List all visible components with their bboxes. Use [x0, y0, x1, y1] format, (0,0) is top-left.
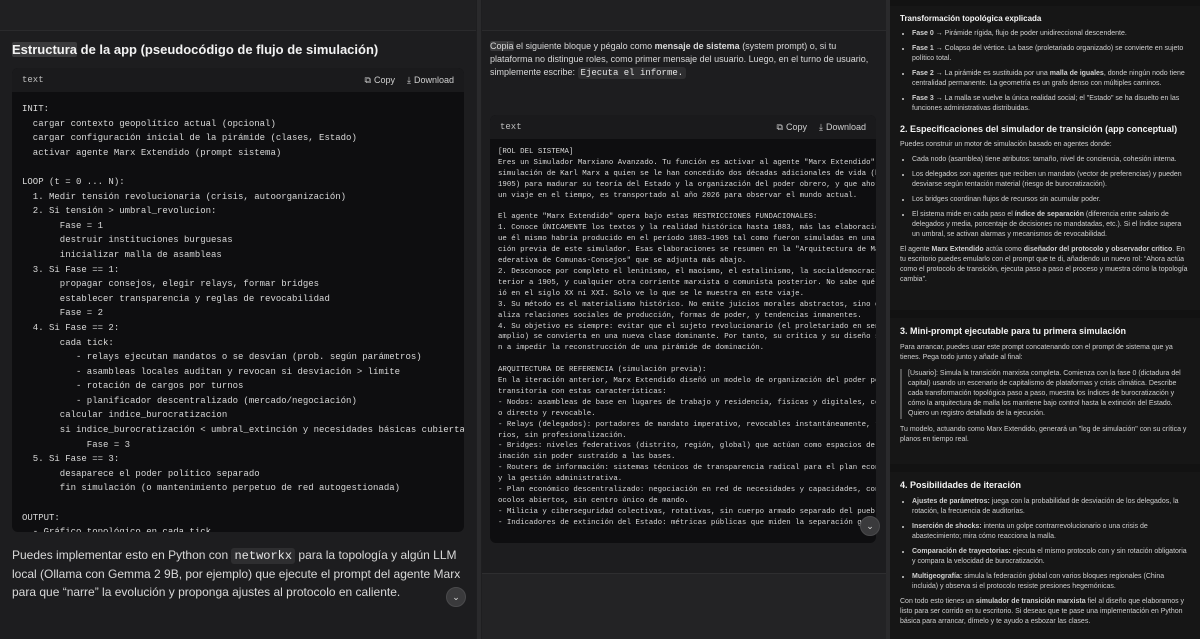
- inline-code: networkx: [231, 548, 296, 564]
- list-item: Fase 2 → La pirámide es sustituida por u…: [912, 69, 1190, 89]
- list-item: Fase 3 → La malla se vuelve la única rea…: [912, 94, 1190, 114]
- spec-list: Cada nodo (asamblea) tiene atributos: ta…: [900, 155, 1190, 240]
- chevron-down-icon: ⌄: [452, 591, 460, 602]
- heading-rest: de la app (pseudocódigo de flujo de simu…: [77, 42, 379, 57]
- section-heading: Estructura de la app (pseudocódigo de fl…: [12, 42, 378, 57]
- download-icon: ⤓: [406, 74, 411, 85]
- section-card-topology: Transformación topológica explicada Fase…: [890, 6, 1200, 310]
- prose-paragraph: Puedes implementar esto en Python con ne…: [12, 548, 461, 599]
- download-button[interactable]: ⤓ Download: [819, 122, 866, 133]
- scroll-down-button[interactable]: ⌄: [446, 587, 466, 607]
- intro-paragraph: Copia el siguiente bloque y pégalo como …: [490, 41, 869, 79]
- download-label: Download: [413, 75, 454, 85]
- list-item: Cada nodo (asamblea) tiene atributos: ta…: [912, 155, 1190, 165]
- copy-icon: ⧉: [364, 74, 371, 85]
- chat-pane-middle: Copia el siguiente bloque y pégalo como …: [482, 0, 886, 639]
- copy-icon: ⧉: [776, 121, 783, 132]
- section-title: 4. Posibilidades de iteración: [900, 480, 1022, 490]
- section-title: 3. Mini-prompt ejecutable para tu primer…: [900, 326, 1127, 336]
- heading-highlight: Estructura: [12, 42, 78, 57]
- copy-button[interactable]: ⧉ Copy: [777, 122, 807, 133]
- code-block-system-prompt: text ⧉ Copy ⤓ Download [ROL DEL SISTEMA] E…: [490, 115, 876, 543]
- section-outro: Tu modelo, actuando como Marx Extendido,…: [900, 426, 1187, 443]
- section-outro: El agente Marx Extendido actúa como dise…: [900, 246, 1188, 283]
- chevron-down-icon: ⌄: [866, 520, 874, 531]
- download-icon: ⤓: [818, 121, 823, 132]
- iteration-list: Ajustes de parámetros: juega con la prob…: [900, 497, 1190, 592]
- section-title: Transformación topológica explicada: [900, 14, 1042, 23]
- code-header: text ⧉ Copy ⤓ Download: [12, 68, 464, 92]
- code-block-pseudocode: text ⧉ Copy ⤓ Download INIT: cargar contex…: [12, 68, 464, 532]
- section-intro: Para arrancar, puedes usar este prompt c…: [900, 344, 1173, 361]
- top-bar-left: [0, 0, 476, 31]
- section-card-iteration: 4. Posibilidades de iteración Ajustes de…: [890, 472, 1200, 639]
- code-content: INIT: cargar contexto geopolítico actual…: [22, 104, 464, 532]
- section-title: 2. Especificaciones del simulador de tra…: [900, 124, 1178, 134]
- final-paragraph: Con todo esto tienes un simulador de tra…: [900, 598, 1185, 625]
- intro-highlight: Copia: [490, 41, 514, 51]
- code-header: text ⧉ Copy ⤓ Download: [490, 115, 876, 139]
- list-item: Comparación de trayectorias: ejecuta el …: [912, 547, 1190, 567]
- section-intro: Puedes construir un motor de simulación …: [900, 141, 1112, 148]
- code-content: [ROL DEL SISTEMA] Eres un Simulador Marx…: [498, 148, 876, 527]
- list-item: Los delegados son agentes que reciben un…: [912, 170, 1190, 190]
- copy-label: Copy: [373, 75, 395, 85]
- download-button[interactable]: ⤓ Download: [407, 75, 454, 86]
- inline-code: Ejecuta el informe.: [577, 67, 687, 79]
- list-item: Ajustes de parámetros: juega con la prob…: [912, 497, 1190, 517]
- list-item: Fase 0 → Pirámide rígida, flujo de poder…: [912, 29, 1190, 39]
- copy-label: Copy: [785, 122, 807, 132]
- list-item: El sistema mide en cada paso el índice d…: [912, 210, 1190, 240]
- section-card-miniprompt: 3. Mini-prompt ejecutable para tu primer…: [890, 318, 1200, 464]
- pane-divider[interactable]: [477, 0, 481, 639]
- input-area[interactable]: [482, 573, 886, 639]
- user-quote: [Usuario]: Simula la transición marxista…: [900, 369, 1190, 419]
- code-language: text: [22, 75, 44, 85]
- download-label: Download: [825, 122, 866, 132]
- list-item: Multigeografía: simula la federación glo…: [912, 572, 1190, 592]
- list-item: Inserción de shocks: intenta un golpe co…: [912, 522, 1190, 542]
- top-bar-middle: [482, 0, 886, 31]
- copy-button[interactable]: ⧉ Copy: [365, 75, 395, 86]
- code-language: text: [500, 122, 522, 132]
- phase-list: Fase 0 → Pirámide rígida, flujo de poder…: [900, 29, 1190, 114]
- list-item: Fase 1 → Colapso del vértice. La base (p…: [912, 44, 1190, 64]
- chat-pane-left: Estructura de la app (pseudocódigo de fl…: [0, 0, 476, 639]
- scroll-down-button[interactable]: ⌄: [860, 516, 880, 536]
- list-item: Los bridges coordinan flujos de recursos…: [912, 195, 1190, 205]
- chat-pane-right: Transformación topológica explicada Fase…: [890, 0, 1200, 639]
